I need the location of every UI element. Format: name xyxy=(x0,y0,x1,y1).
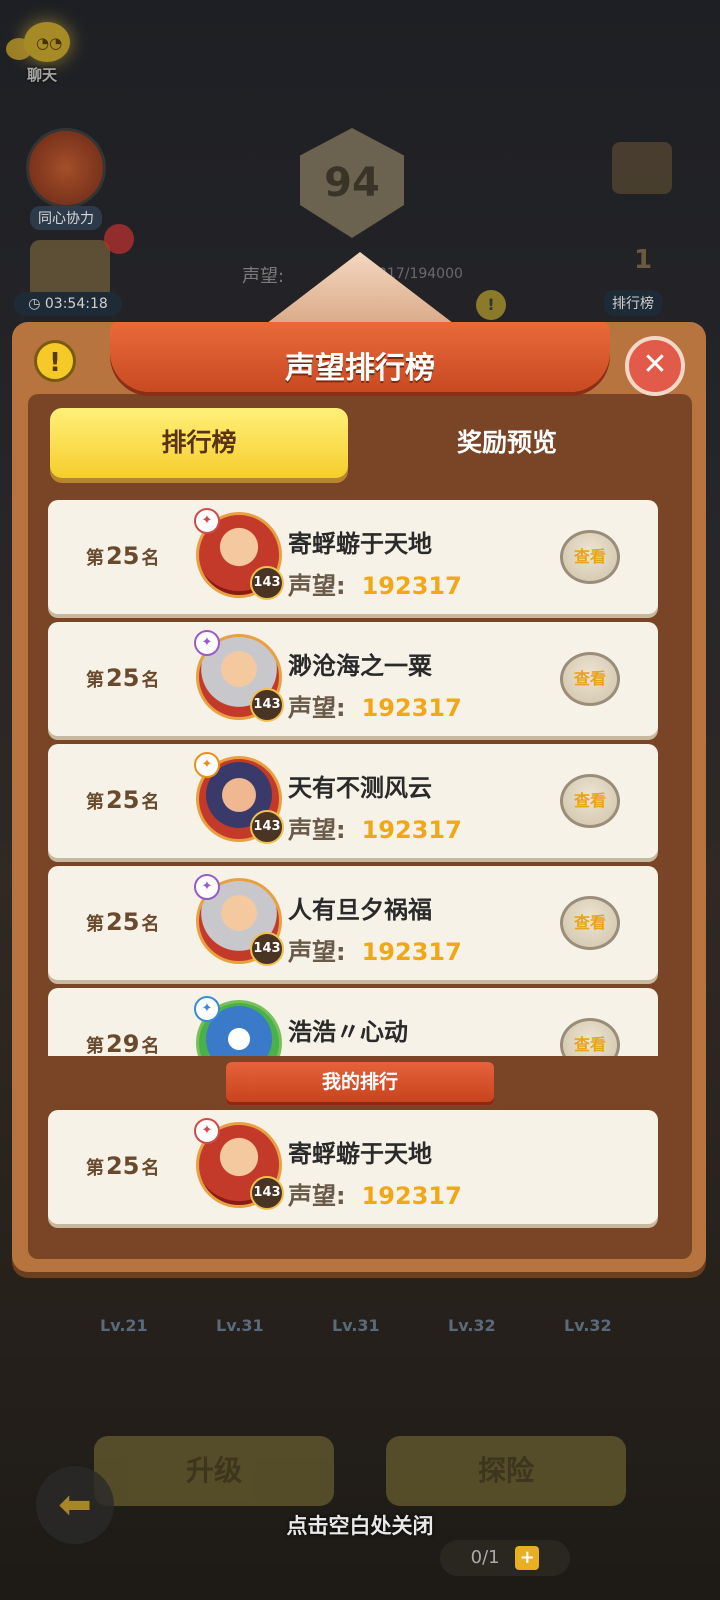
background-prestige-label: 声望: xyxy=(242,266,285,287)
view-button[interactable]: 查看 xyxy=(560,1018,620,1056)
tab-leaderboard[interactable]: 排行榜 xyxy=(50,408,348,478)
player-prestige: 声望: 192317 xyxy=(288,1182,462,1210)
notification-bell-icon[interactable] xyxy=(104,224,134,254)
food-counter: 0/1 + xyxy=(440,1540,570,1576)
food-plus-button[interactable]: + xyxy=(515,1546,540,1570)
player-level-badge: 143 xyxy=(250,688,284,722)
player-level-badge: 143 xyxy=(250,1176,284,1210)
player-level-badge: 143 xyxy=(250,566,284,600)
prestige-value: 192317 xyxy=(361,694,462,722)
close-hint: 点击空白处关闭 xyxy=(286,1514,434,1538)
flame-class-icon: ✦ xyxy=(194,1118,220,1144)
coop-button[interactable]: 同心协力 xyxy=(20,128,112,230)
sword-class-icon: ✦ xyxy=(194,752,220,778)
rank-number: 29 xyxy=(106,1030,140,1056)
rank-text: 第25 名 xyxy=(86,1152,160,1180)
podium-rank: 1 xyxy=(633,245,653,275)
player-prestige: 声望: 192317 xyxy=(288,938,462,966)
info-icon[interactable]: ! xyxy=(34,340,76,382)
orb-class-icon: ✦ xyxy=(194,874,220,900)
leaderboard-row: 第25 名 ✦ 143 人有旦夕祸福 声望: 192317 查看 xyxy=(48,866,658,980)
rank-text: 第25 名 xyxy=(86,786,160,814)
player-name: 人有旦夕祸福 xyxy=(288,896,432,924)
player-name: 浩浩〃心动 xyxy=(288,1018,408,1046)
panel-title: 声望排行榜 xyxy=(285,351,435,386)
rank-number: 25 xyxy=(106,786,140,814)
swirl-class-icon: ✦ xyxy=(194,630,220,656)
pet-level-3: Lv.31 xyxy=(332,1316,380,1335)
rank-text: 第25 名 xyxy=(86,908,160,936)
view-button[interactable]: 查看 xyxy=(560,530,620,584)
timer-badge: ◷ 03:54:18 xyxy=(14,292,122,316)
view-button[interactable]: 查看 xyxy=(560,652,620,706)
player-level-badge: 143 xyxy=(250,932,284,966)
coop-icon xyxy=(26,128,106,208)
close-button[interactable]: ✕ xyxy=(625,336,685,396)
pet-level-4: Lv.32 xyxy=(448,1316,496,1335)
player-prestige: 声望: 192317 xyxy=(288,816,462,844)
player-name: 渺沧海之一粟 xyxy=(288,652,432,680)
rank-number: 25 xyxy=(106,542,140,570)
level-shield-icon: 94 xyxy=(300,128,404,238)
scroll-icon[interactable] xyxy=(612,142,672,194)
rank-number: 25 xyxy=(106,908,140,936)
rank-text: 第29 名 xyxy=(86,1030,160,1056)
leaderboard-row: 第25 名 ✦ 143 天有不测风云 声望: 192317 查看 xyxy=(48,744,658,858)
pet-level-2: Lv.31 xyxy=(216,1316,264,1335)
view-button[interactable]: 查看 xyxy=(560,896,620,950)
tab-reward-preview[interactable]: 奖励预览 xyxy=(358,408,656,478)
flame-class-icon: ✦ xyxy=(194,508,220,534)
player-name: 寄蜉蝣于天地 xyxy=(288,1140,432,1168)
pet-level-5: Lv.32 xyxy=(564,1316,612,1335)
chest-icon[interactable] xyxy=(30,240,110,300)
player-name: 寄蜉蝣于天地 xyxy=(288,530,432,558)
level-badge: 94 xyxy=(272,128,432,248)
leaderboard-row: 第25 名 ✦ 143 渺沧海之一粟 声望: 192317 查看 xyxy=(48,622,658,736)
rank-number: 25 xyxy=(106,1152,140,1180)
rank-text: 第25 名 xyxy=(86,542,160,570)
wing-class-icon: ✦ xyxy=(194,996,220,1022)
background-warning-icon: ! xyxy=(476,290,506,320)
player-prestige: 声望: 192317 xyxy=(288,572,462,600)
pet-level-1: Lv.21 xyxy=(100,1316,148,1335)
prestige-value: 192317 xyxy=(361,938,462,966)
prestige-value: 192317 xyxy=(361,1182,462,1210)
view-button[interactable]: 查看 xyxy=(560,774,620,828)
prestige-value: 192317 xyxy=(361,572,462,600)
rank-text: 第25 名 xyxy=(86,664,160,692)
podium-icon[interactable]: 1 xyxy=(608,230,678,290)
my-rank-row: 第25 名 ✦ 143 寄蜉蝣于天地 声望: 192317 xyxy=(48,1110,658,1224)
player-name: 天有不测风云 xyxy=(288,774,432,802)
timer-value: 03:54:18 xyxy=(44,296,108,312)
prestige-value: 192317 xyxy=(361,816,462,844)
food-count: 0/1 xyxy=(470,1547,500,1568)
upgrade-button[interactable]: 升级 xyxy=(94,1436,334,1506)
leaderboard-shortcut-label: 排行榜 xyxy=(604,290,662,316)
coop-label: 同心协力 xyxy=(30,206,102,230)
my-rank-banner: 我的排行 xyxy=(226,1062,494,1102)
leaderboard-row: 第29 名 ✦ 浩浩〃心动 查看 xyxy=(48,988,658,1056)
rank-number: 25 xyxy=(106,664,140,692)
explore-button[interactable]: 探险 xyxy=(386,1436,626,1506)
player-level-badge: 143 xyxy=(250,810,284,844)
player-prestige: 声望: 192317 xyxy=(288,694,462,722)
leaderboard-row: 第25 名 ✦ 143 寄蜉蝣于天地 声望: 192317 查看 xyxy=(48,500,658,614)
panel-tabs: 排行榜 奖励预览 xyxy=(50,408,660,484)
leaderboard-list[interactable]: 第25 名 ✦ 143 寄蜉蝣于天地 声望: 192317 查看 第25 名 ✦ 14… xyxy=(48,494,658,1056)
